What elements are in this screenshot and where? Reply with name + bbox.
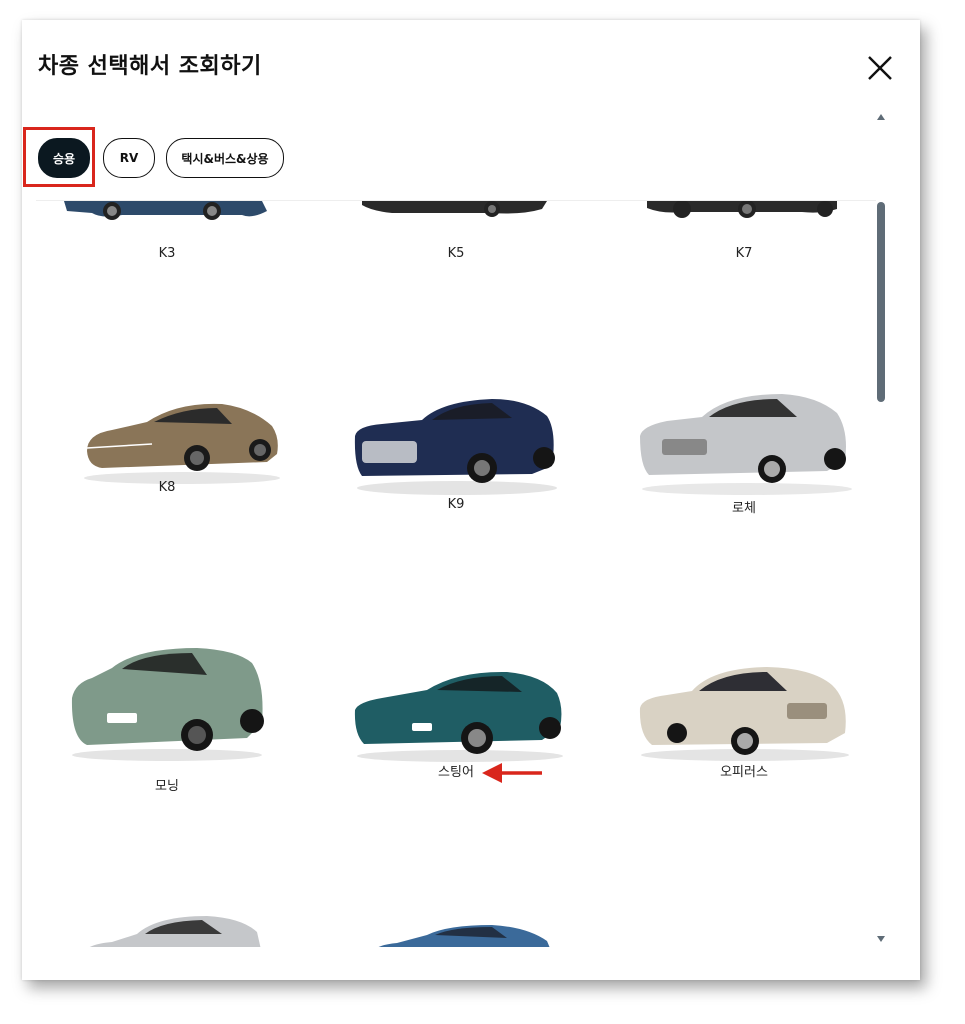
- car-select-modal: 차종 선택해서 조회하기 승용 RV 택시&버스&상용 K3 K5 K7 K8 …: [22, 20, 920, 980]
- car-label-morning[interactable]: 모닝: [107, 775, 227, 794]
- car-grid: K3 K5 K7 K8 K9 로체 모닝 스팅어 오피러스: [22, 201, 867, 947]
- car-image-rohce[interactable]: [637, 391, 852, 496]
- category-tabs: 승용 RV 택시&버스&상용: [22, 138, 920, 198]
- triangle-up-icon[interactable]: [875, 112, 887, 122]
- tab-rv[interactable]: RV: [103, 138, 155, 178]
- red-arrow-icon: [482, 763, 542, 783]
- car-image-stinger[interactable]: [352, 668, 567, 763]
- car-label-rohce[interactable]: 로체: [684, 497, 804, 516]
- car-image-blue-hatchback[interactable]: [367, 923, 557, 947]
- car-label-k9[interactable]: K9: [396, 497, 516, 512]
- car-image-opirus[interactable]: [637, 663, 852, 763]
- car-image-k8[interactable]: [82, 396, 282, 486]
- car-image-k9[interactable]: [352, 396, 562, 496]
- car-label-k3[interactable]: K3: [107, 246, 227, 261]
- modal-title: 차종 선택해서 조회하기: [38, 54, 262, 79]
- car-image-k5[interactable]: [352, 201, 562, 221]
- car-label-k5[interactable]: K5: [396, 246, 516, 261]
- triangle-down-icon[interactable]: [875, 934, 887, 944]
- car-image-morning[interactable]: [67, 643, 267, 763]
- car-image-k3[interactable]: [62, 201, 272, 225]
- close-icon[interactable]: [860, 48, 900, 88]
- car-image-k7[interactable]: [642, 201, 842, 221]
- car-image-silver-sedan[interactable]: [77, 914, 267, 947]
- tab-taxi-bus-commercial[interactable]: 택시&버스&상용: [166, 138, 284, 178]
- car-label-opirus[interactable]: 오피러스: [684, 761, 804, 780]
- car-label-k7[interactable]: K7: [684, 246, 804, 261]
- car-label-k8[interactable]: K8: [107, 480, 227, 495]
- selection-highlight-box: [23, 127, 95, 187]
- scrollbar-thumb[interactable]: [877, 202, 885, 402]
